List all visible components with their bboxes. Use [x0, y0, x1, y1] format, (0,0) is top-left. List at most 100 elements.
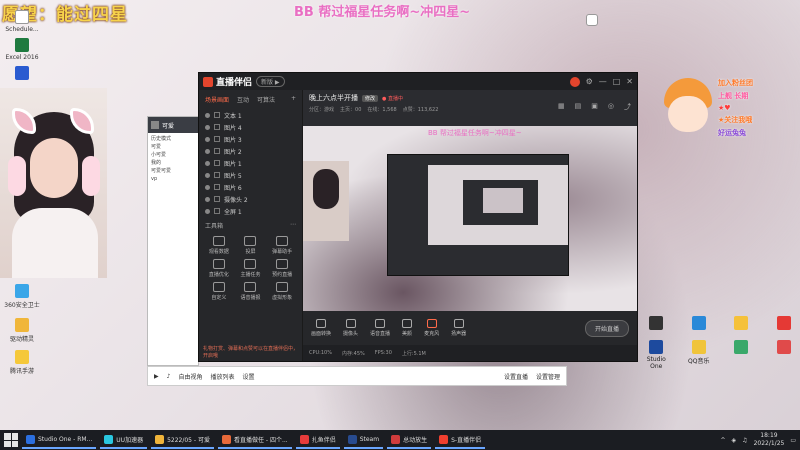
scene-item[interactable]: 图片 6 [199, 181, 302, 193]
chat-row[interactable]: vp [151, 175, 195, 183]
toolbar-item[interactable]: 自由视角 [178, 372, 202, 381]
desktop-icon-music[interactable]: QQ音乐 [683, 340, 716, 370]
eye-icon[interactable] [205, 172, 210, 178]
volume-icon[interactable]: ♪ [167, 373, 171, 380]
tab-interact[interactable]: 互动 [237, 95, 249, 104]
streaming-app-window[interactable]: 直播伴侣 新版 ▶ ⚙ — □ ✕ 场景画面 互动 可算法 + 文本 1 图片 … [198, 72, 638, 362]
scene-item[interactable]: 摄像头 2 [199, 193, 302, 205]
scene-item[interactable]: 图片 4 [199, 121, 302, 133]
start-stream-button[interactable]: 开始直播 [584, 319, 629, 337]
desktop-icon[interactable] [725, 340, 758, 370]
tray-up-icon[interactable]: ^ [721, 437, 726, 444]
scene-item[interactable]: 图片 3 [199, 133, 302, 145]
lock-icon[interactable] [214, 160, 220, 166]
toolbar-item[interactable]: 设置管理 [536, 372, 560, 381]
desktop-icon-game[interactable]: 腾讯手游 [2, 350, 42, 375]
eye-icon[interactable] [205, 196, 210, 202]
chat-window[interactable]: 可爱 历史模式 可爱 小可爱 我的 可爱可爱 vp [147, 116, 199, 366]
chat-row[interactable]: 可爱可爱 [151, 167, 195, 175]
scene-item[interactable]: 图片 1 [199, 157, 302, 169]
taskbar-app[interactable]: 看直播做任 - 四个... [217, 431, 292, 449]
share-icon[interactable]: ⤴ [624, 102, 631, 112]
lock-icon[interactable] [214, 172, 220, 178]
lock-icon[interactable] [214, 148, 220, 154]
taskbar-app[interactable]: 5222/05 - 可爱 [151, 431, 214, 449]
desktop-icon-excel[interactable]: Excel 2016 [2, 38, 42, 61]
lock-icon[interactable] [214, 124, 220, 130]
desktop-icon[interactable] [768, 316, 800, 332]
minimize-icon[interactable]: — [599, 77, 607, 86]
clock[interactable]: 18:19 2022/1/25 [754, 432, 785, 448]
eye-icon[interactable] [205, 136, 210, 142]
tab-algo[interactable]: 可算法 [257, 95, 275, 104]
desktop-icon[interactable] [725, 316, 758, 332]
tool-item[interactable]: 观看数据 [203, 236, 235, 255]
control-speaker[interactable]: 扬声器 [451, 319, 466, 337]
desktop-icon[interactable] [768, 340, 800, 370]
network-icon[interactable]: ◈ [732, 437, 737, 444]
scene-item[interactable]: 图片 5 [199, 169, 302, 181]
toolbar-item[interactable]: 设置 [243, 372, 255, 381]
desktop-icon-driver[interactable]: 驱动精灵 [2, 318, 42, 343]
taskbar-app[interactable]: 扎鱼伴侣 [295, 431, 340, 449]
lock-icon[interactable]: ▣ [591, 102, 598, 112]
windows-start-icon[interactable] [4, 433, 18, 447]
lock-icon[interactable] [214, 184, 220, 190]
desktop-icon-360[interactable]: 360安全卫士 [2, 284, 42, 309]
tab-scenes[interactable]: 场景画面 [205, 95, 229, 104]
tool-item[interactable]: 直播优化 [203, 259, 235, 278]
tool-item[interactable]: 弹幕助手 [266, 236, 298, 255]
eye-icon[interactable] [205, 160, 210, 166]
layout-icon[interactable]: ▦ [558, 102, 565, 112]
lock-icon[interactable] [214, 112, 220, 118]
eye-icon[interactable] [205, 184, 210, 190]
control-beauty[interactable]: 美颜 [402, 319, 412, 337]
control-voice[interactable]: 语音直播 [370, 319, 390, 337]
control-mic[interactable]: 麦克风 [424, 319, 439, 337]
tool-item[interactable]: 虚拟形象 [266, 282, 298, 301]
maximize-icon[interactable]: □ [613, 77, 621, 86]
settings-icon[interactable]: ⚙ [586, 77, 593, 86]
eye-icon[interactable] [205, 124, 210, 130]
toolbar-item[interactable]: 设置直播 [504, 372, 528, 381]
eye-icon[interactable] [205, 112, 210, 118]
tool-item[interactable]: 预约直播 [266, 259, 298, 278]
edit-title-button[interactable]: 修改 [362, 94, 379, 102]
lock-icon[interactable] [214, 136, 220, 142]
tool-item[interactable]: 投屏 [235, 236, 267, 255]
add-scene-icon[interactable]: + [291, 95, 296, 104]
version-pill[interactable]: 新版 ▶ [256, 76, 285, 87]
tool-item[interactable]: 主播任务 [235, 259, 267, 278]
close-icon[interactable]: ✕ [626, 77, 633, 86]
scene-item[interactable]: 文本 1 [199, 109, 302, 121]
play-icon[interactable]: ▶ [154, 373, 159, 380]
control-camera[interactable]: 摄像头 [343, 319, 358, 337]
desktop-icon-schedule[interactable]: Schedule... [2, 10, 42, 33]
scene-item[interactable]: 图片 2 [199, 145, 302, 157]
taskbar-app[interactable]: Studio One - RM... [22, 431, 97, 449]
toolbar-item[interactable]: 播放列表 [210, 372, 234, 381]
desktop-icon[interactable] [683, 316, 716, 332]
lock-icon[interactable] [214, 208, 220, 214]
taskbar-app[interactable]: UU加速器 [100, 431, 148, 449]
desktop-icon[interactable] [640, 316, 673, 332]
chat-row[interactable]: 我的 [151, 159, 195, 167]
bell-icon[interactable]: ◎ [608, 102, 614, 112]
grid-icon[interactable]: ▤ [575, 102, 582, 112]
tool-item[interactable]: 自定义 [203, 282, 235, 301]
chat-row[interactable]: 历史模式 [151, 135, 195, 143]
more-icon[interactable]: ⋯ [290, 221, 296, 230]
avatar[interactable] [569, 76, 580, 87]
taskbar-app[interactable]: S-直播伴侣 [435, 431, 486, 449]
scene-item[interactable]: 全屏 1 [199, 205, 302, 217]
eye-icon[interactable] [205, 208, 210, 214]
volume-icon[interactable]: ♫ [742, 437, 747, 444]
desktop-icon-word[interactable] [2, 66, 42, 82]
notification-icon[interactable]: ▭ [790, 437, 796, 444]
stream-preview[interactable]: BB 帮过福星任务啊~冲四星~ [303, 126, 637, 311]
chat-row[interactable]: 小可爱 [151, 151, 195, 159]
control-scene-switch[interactable]: 画面转换 [311, 319, 331, 337]
window-titlebar[interactable]: 直播伴侣 新版 ▶ ⚙ — □ ✕ [199, 73, 637, 90]
taskbar-app[interactable]: 总动放生 [387, 431, 432, 449]
tool-item[interactable]: 语音播报 [235, 282, 267, 301]
